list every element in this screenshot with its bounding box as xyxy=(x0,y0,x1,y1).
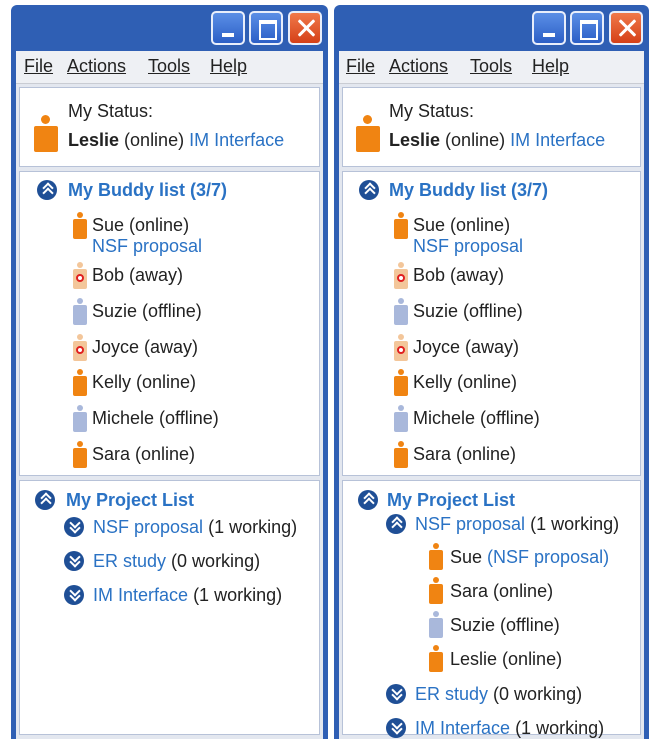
buddy-item[interactable]: Sara (online) xyxy=(92,444,195,465)
buddy-list-panel: My Buddy list (3/7) Sue (online) NSF pro… xyxy=(19,171,320,476)
buddy-item[interactable]: Joyce (away) xyxy=(92,337,198,358)
buddy-item[interactable]: Sue (online) xyxy=(92,215,189,236)
expand-down-icon[interactable] xyxy=(64,551,84,571)
minimize-button[interactable] xyxy=(532,11,566,45)
buddy-item[interactable]: Kelly (online) xyxy=(92,372,196,393)
menu-tools[interactable]: Tools xyxy=(470,56,512,77)
menu-tools[interactable]: Tools xyxy=(148,56,190,77)
title-bar[interactable] xyxy=(11,5,328,47)
project-item[interactable]: ER study (0 working) xyxy=(415,684,582,705)
project-list-panel: My Project List NSF proposal (1 working)… xyxy=(19,480,320,735)
close-button[interactable] xyxy=(288,11,322,45)
project-item[interactable]: IM Interface (1 working) xyxy=(415,718,604,739)
status-state: (online) xyxy=(124,130,185,150)
status-activity-link[interactable]: IM Interface xyxy=(189,130,284,150)
title-bar[interactable] xyxy=(334,5,649,47)
buddy-item[interactable]: Bob (away) xyxy=(92,265,183,286)
buddy-item[interactable]: Bob (away) xyxy=(413,265,504,286)
status-line: Leslie (online) IM Interface xyxy=(389,130,605,151)
buddy-item[interactable]: Sara (online) xyxy=(413,444,516,465)
status-name: Leslie xyxy=(389,130,441,150)
menu-actions[interactable]: Actions xyxy=(389,56,448,77)
project-member[interactable]: Sue (NSF proposal) xyxy=(450,547,609,568)
maximize-button[interactable] xyxy=(249,11,283,45)
status-name: Leslie xyxy=(68,130,120,150)
expand-down-icon[interactable] xyxy=(64,517,84,537)
window-body: My Status: Leslie (online) IM Interface … xyxy=(16,84,323,739)
project-member[interactable]: Suzie (offline) xyxy=(450,615,560,636)
minimize-button[interactable] xyxy=(211,11,245,45)
collapse-up-icon[interactable] xyxy=(386,514,406,534)
menu-file[interactable]: File xyxy=(346,56,375,77)
close-button[interactable] xyxy=(609,11,643,45)
project-member[interactable]: Sara (online) xyxy=(450,581,553,602)
project-item[interactable]: ER study (0 working) xyxy=(93,551,260,572)
window-body: My Status: Leslie (online) IM Interface … xyxy=(339,84,644,739)
buddy-item[interactable]: Suzie (offline) xyxy=(92,301,202,322)
buddy-activity-link[interactable]: NSF proposal xyxy=(92,236,202,257)
buddy-list-title[interactable]: My Buddy list (3/7) xyxy=(68,180,227,201)
buddy-activity-link[interactable]: NSF proposal xyxy=(413,236,523,257)
menu-actions[interactable]: Actions xyxy=(67,56,126,77)
project-list-panel: My Project List NSF proposal (1 working)… xyxy=(342,480,641,738)
buddy-list-panel: My Buddy list (3/7) Sue (online) NSF pro… xyxy=(342,171,641,476)
im-window-right: File Actions Tools Help My Status: Lesli… xyxy=(334,5,649,739)
buddy-list-title[interactable]: My Buddy list (3/7) xyxy=(389,180,548,201)
buddy-item[interactable]: Sue (online) xyxy=(413,215,510,236)
status-panel: My Status: Leslie (online) IM Interface xyxy=(19,87,320,167)
menu-file[interactable]: File xyxy=(24,56,53,77)
expand-down-icon[interactable] xyxy=(386,718,406,738)
buddy-item[interactable]: Joyce (away) xyxy=(413,337,519,358)
menu-help[interactable]: Help xyxy=(532,56,569,77)
collapse-up-icon[interactable] xyxy=(37,180,57,200)
project-list-title[interactable]: My Project List xyxy=(387,490,515,511)
collapse-up-icon[interactable] xyxy=(358,490,378,510)
menu-bar: File Actions Tools Help xyxy=(339,51,644,84)
menu-help[interactable]: Help xyxy=(210,56,247,77)
project-item[interactable]: NSF proposal (1 working) xyxy=(93,517,297,538)
status-line: Leslie (online) IM Interface xyxy=(68,130,284,151)
im-window-left: File Actions Tools Help My Status: Lesli… xyxy=(11,5,328,739)
status-state: (online) xyxy=(445,130,506,150)
menu-bar: File Actions Tools Help xyxy=(16,51,323,84)
collapse-up-icon[interactable] xyxy=(35,490,55,510)
buddy-item[interactable]: Suzie (offline) xyxy=(413,301,523,322)
status-panel: My Status: Leslie (online) IM Interface xyxy=(342,87,641,167)
expand-down-icon[interactable] xyxy=(386,684,406,704)
buddy-item[interactable]: Kelly (online) xyxy=(413,372,517,393)
status-label: My Status: xyxy=(68,101,154,121)
expand-down-icon[interactable] xyxy=(64,585,84,605)
project-item[interactable]: NSF proposal (1 working) xyxy=(415,514,619,535)
maximize-button[interactable] xyxy=(570,11,604,45)
status-activity-link[interactable]: IM Interface xyxy=(510,130,605,150)
project-list-title[interactable]: My Project List xyxy=(66,490,194,511)
project-member[interactable]: Leslie (online) xyxy=(450,649,562,670)
status-label: My Status: xyxy=(389,101,475,121)
project-item[interactable]: IM Interface (1 working) xyxy=(93,585,282,606)
collapse-up-icon[interactable] xyxy=(359,180,379,200)
buddy-item[interactable]: Michele (offline) xyxy=(92,408,219,429)
buddy-item[interactable]: Michele (offline) xyxy=(413,408,540,429)
